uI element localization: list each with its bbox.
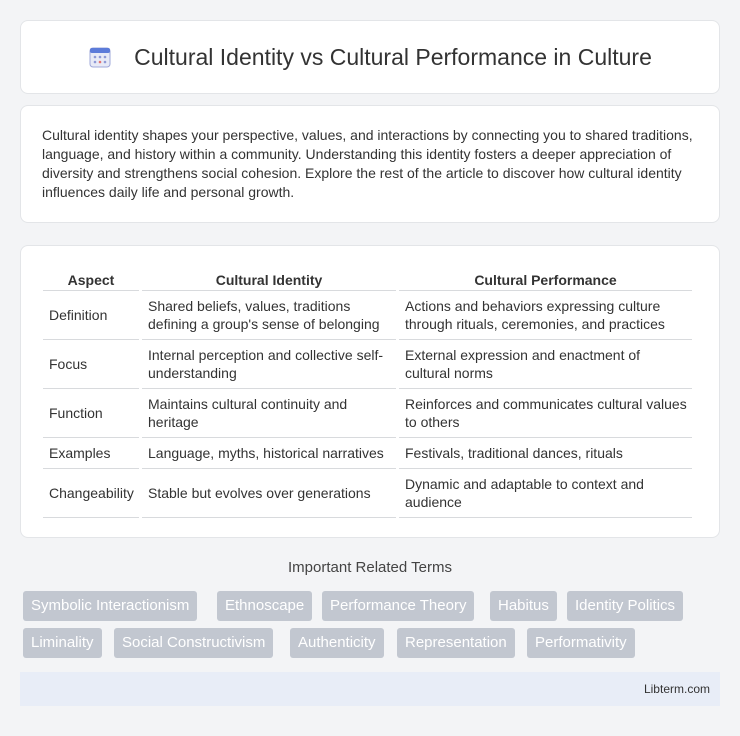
tag-habitus[interactable]: Habitus	[490, 591, 557, 621]
calendar-icon	[89, 47, 111, 68]
table-row: Changeability Stable but evolves over ge…	[43, 469, 692, 518]
row-performance: Reinforces and communicates cultural val…	[399, 389, 692, 438]
page-title: Cultural Identity vs Cultural Performanc…	[134, 43, 652, 70]
row-identity: Stable but evolves over generations	[142, 469, 396, 518]
intro-text: Cultural identity shapes your perspectiv…	[42, 127, 693, 200]
comparison-table: Aspect Cultural Identity Cultural Perfor…	[40, 265, 695, 518]
table-row: Examples Language, myths, historical nar…	[43, 438, 692, 469]
header-cultural-identity: Cultural Identity	[142, 265, 396, 291]
row-aspect: Changeability	[43, 469, 139, 518]
row-identity: Language, myths, historical narratives	[142, 438, 396, 469]
row-aspect: Focus	[43, 340, 139, 389]
table-row: Function Maintains cultural continuity a…	[43, 389, 692, 438]
tag-ethnoscape[interactable]: Ethnoscape	[217, 591, 313, 621]
row-identity: Maintains cultural continuity and herita…	[142, 389, 396, 438]
footer: Libterm.com	[20, 672, 720, 706]
tag-identity-politics[interactable]: Identity Politics	[567, 591, 684, 621]
table-header-row: Aspect Cultural Identity Cultural Perfor…	[43, 265, 692, 291]
footer-brand[interactable]: Libterm.com	[644, 682, 710, 696]
table-row: Definition Shared beliefs, values, tradi…	[43, 291, 692, 340]
row-performance: Actions and behaviors expressing culture…	[399, 291, 692, 340]
header-cultural-performance: Cultural Performance	[399, 265, 692, 291]
row-aspect: Definition	[43, 291, 139, 340]
tag-performativity[interactable]: Performativity	[527, 628, 635, 658]
table-row: Focus Internal perception and collective…	[43, 340, 692, 389]
tag-authenticity[interactable]: Authenticity	[290, 628, 384, 658]
tag-social-constructivism[interactable]: Social Constructivism	[114, 628, 274, 658]
intro-card: Cultural identity shapes your perspectiv…	[20, 105, 720, 223]
row-identity: Internal perception and collective self-…	[142, 340, 396, 389]
row-performance: Dynamic and adaptable to context and aud…	[399, 469, 692, 518]
row-aspect: Function	[43, 389, 139, 438]
header-aspect: Aspect	[43, 265, 139, 291]
tag-symbolic-interactionism[interactable]: Symbolic Interactionism	[23, 591, 198, 621]
row-performance: Festivals, traditional dances, rituals	[399, 438, 692, 469]
header-card: Cultural Identity vs Cultural Performanc…	[20, 20, 720, 94]
row-identity: Shared beliefs, values, traditions defin…	[142, 291, 396, 340]
row-aspect: Examples	[43, 438, 139, 469]
comparison-table-card: Aspect Cultural Identity Cultural Perfor…	[20, 245, 720, 538]
tag-liminality[interactable]: Liminality	[23, 628, 102, 658]
tag-performance-theory[interactable]: Performance Theory	[322, 591, 475, 621]
row-performance: External expression and enactment of cul…	[399, 340, 692, 389]
tag-representation[interactable]: Representation	[397, 628, 515, 658]
related-terms-title: Important Related Terms	[288, 559, 452, 576]
